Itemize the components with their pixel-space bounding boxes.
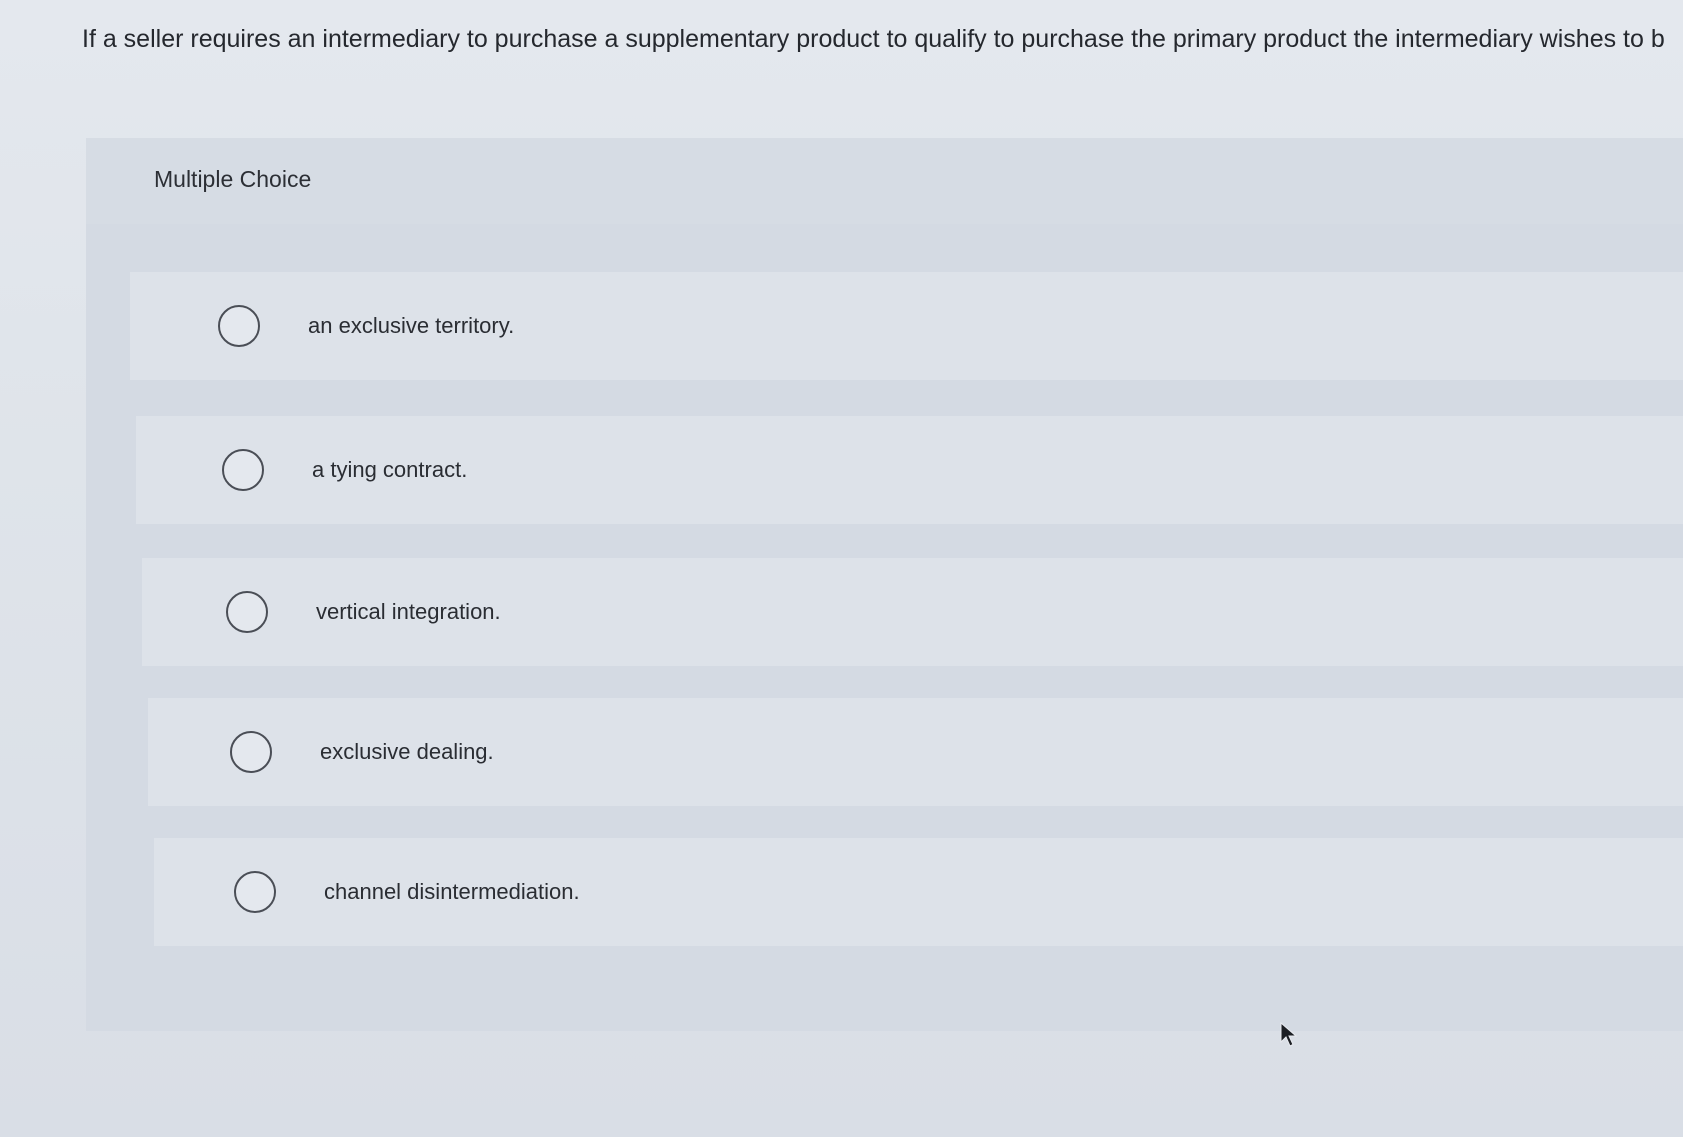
multiple-choice-panel: Multiple Choice an exclusive territory. … [86,138,1683,1031]
option-vertical-integration[interactable]: vertical integration. [142,558,1683,666]
option-label: a tying contract. [312,457,468,482]
radio-unchecked-icon[interactable] [234,871,276,913]
option-exclusive-dealing[interactable]: exclusive dealing. [148,698,1683,806]
option-channel-disintermediation[interactable]: channel disintermediation. [154,838,1683,946]
question-text: If a seller requires an intermediary to … [82,25,1665,53]
multiple-choice-label: Multiple Choice [154,166,312,192]
option-label: channel disintermediation. [324,879,580,904]
option-label: exclusive dealing. [320,739,494,764]
option-label: vertical integration. [316,599,501,624]
radio-unchecked-icon[interactable] [226,591,268,633]
option-an-exclusive-territory[interactable]: an exclusive territory. [130,272,1683,380]
mouse-pointer-icon [1280,1022,1298,1047]
option-label: an exclusive territory. [308,313,515,338]
quiz-page: If a seller requires an intermediary to … [0,0,1683,1137]
radio-unchecked-icon[interactable] [222,449,264,491]
radio-unchecked-icon[interactable] [218,305,260,347]
option-a-tying-contract[interactable]: a tying contract. [136,416,1683,524]
radio-unchecked-icon[interactable] [230,731,272,773]
multiple-choice-header: Multiple Choice [86,138,1683,224]
